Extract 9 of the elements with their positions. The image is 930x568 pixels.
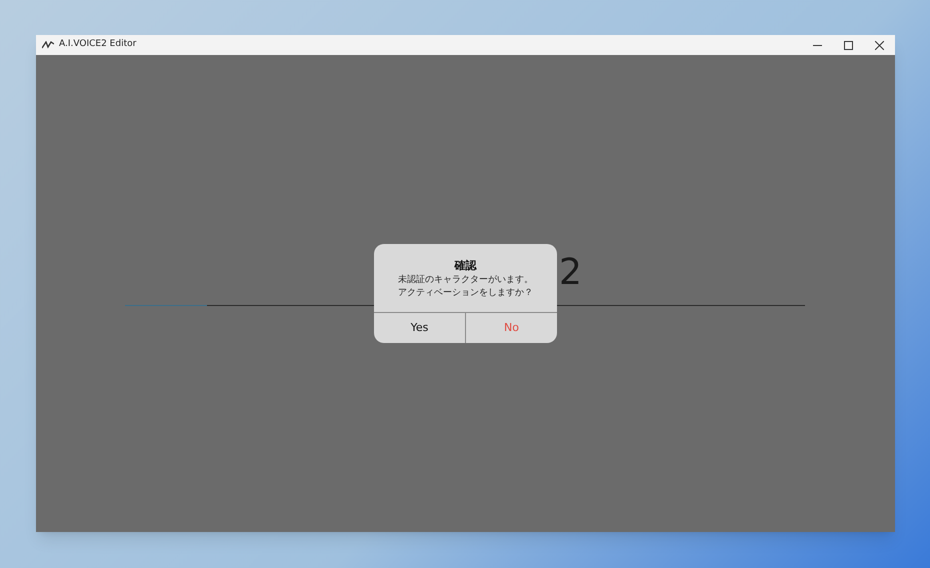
dialog-title: 確認 [454, 258, 476, 274]
title-fragment: 2 [559, 255, 582, 291]
close-icon [875, 40, 884, 50]
window-title: A.I.VOICE2 Editor [59, 38, 136, 52]
maximize-icon [844, 40, 853, 50]
app-logo-icon [42, 41, 54, 49]
dialog-message: 未認証のキャラクターがいます。 [398, 274, 533, 288]
dialog-button[interactable]: Yes [374, 313, 465, 343]
dialog-message: アクティベーションをしますか？ [398, 287, 533, 300]
